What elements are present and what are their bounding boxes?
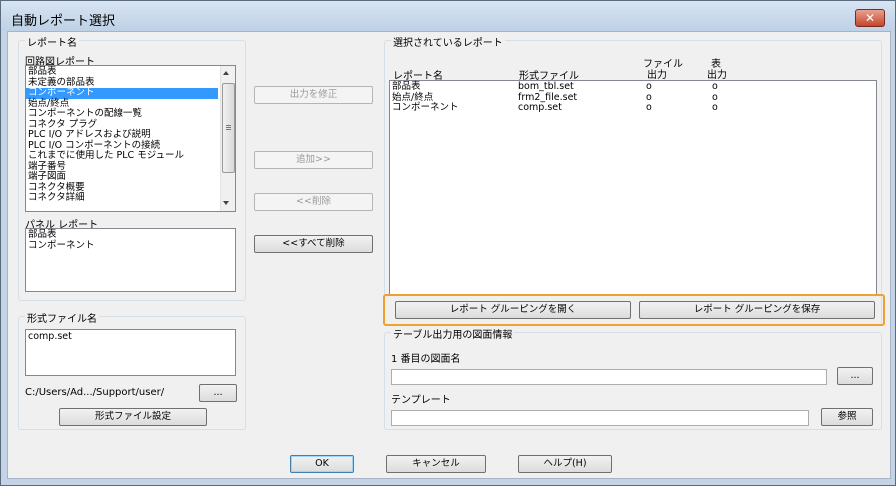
selected-reports-group-title: 選択されているレポート xyxy=(391,34,505,49)
add-button[interactable]: 追加>> xyxy=(254,151,373,169)
schematic-report-item[interactable]: PLC I/O アドレスおよび説明 xyxy=(26,129,218,141)
selected-report-row[interactable]: 始点/終点 frm2_file.set o o xyxy=(390,92,870,104)
drawing-name-input[interactable] xyxy=(391,369,827,385)
template-label: テンプレート xyxy=(391,395,451,406)
schematic-report-item[interactable]: コンポーネントの配線一覧 xyxy=(26,108,218,120)
ok-button[interactable]: OK xyxy=(290,455,354,473)
column-table-output-line2: 出力 xyxy=(707,70,727,81)
schematic-list-scrollbar[interactable] xyxy=(220,66,235,211)
format-file-value[interactable]: comp.set xyxy=(26,331,235,343)
report-name-group: レポート名 回路図レポート 部品表 未定義の部品表 コンポーネント 始点/終点 コンポー… xyxy=(18,34,246,301)
selected-report-name-cell: コンポーネント xyxy=(392,102,459,113)
format-file-listbox[interactable]: comp.set xyxy=(25,329,236,376)
selected-reports-group: 選択されているレポート レポート名 形式ファイル ファイル 出力 表 出力 部品… xyxy=(384,34,882,326)
schematic-report-item[interactable]: 端子図面 xyxy=(26,171,218,183)
selected-report-format-cell: bom_tbl.set xyxy=(518,81,574,92)
selected-report-name-cell: 部品表 xyxy=(392,81,421,92)
format-file-settings-button[interactable]: 形式ファイル設定 xyxy=(59,408,207,426)
drawing-browse-button[interactable]: ... xyxy=(837,367,873,385)
schematic-report-item[interactable]: 部品表 xyxy=(26,66,218,78)
scroll-up-icon[interactable] xyxy=(223,71,229,75)
selected-report-table-cell: o xyxy=(712,102,718,113)
title-bar[interactable]: 自動レポート選択 ✕ xyxy=(1,1,895,31)
scroll-thumb[interactable] xyxy=(222,83,235,173)
help-button[interactable]: ヘルプ(H) xyxy=(518,455,612,473)
grouping-buttons-highlight xyxy=(383,294,885,326)
window-title: 自動レポート選択 xyxy=(11,14,116,29)
dialog-client-area: レポート名 回路図レポート 部品表 未定義の部品表 コンポーネント 始点/終点 コンポー… xyxy=(7,31,891,479)
schematic-report-item[interactable]: コンポーネント xyxy=(26,87,218,99)
report-name-group-title: レポート名 xyxy=(25,34,79,49)
schematic-report-item[interactable]: これまでに使用した PLC モジュール xyxy=(26,150,218,162)
dialog-window: 自動レポート選択 ✕ レポート名 回路図レポート 部品表 未定義の部品表 コンポーネ… xyxy=(0,0,896,486)
cancel-button[interactable]: キャンセル xyxy=(386,455,486,473)
template-browse-button[interactable]: 参照 xyxy=(821,408,873,426)
drawing-name-label: 1 番目の図面名 xyxy=(391,354,461,365)
format-file-group: 形式ファイル名 comp.set C:/Users/Ad.../Support/… xyxy=(18,310,246,430)
remove-all-button[interactable]: <<すべて削除 xyxy=(254,235,373,253)
modify-output-button[interactable]: 出力を修正 xyxy=(254,86,373,104)
selected-report-row[interactable]: 部品表 bom_tbl.set o o xyxy=(390,81,870,93)
schematic-report-list[interactable]: 部品表 未定義の部品表 コンポーネント 始点/終点 コンポーネントの配線一覧 コネクタ プ… xyxy=(25,65,236,212)
table-output-group: テーブル出力用の図面情報 1 番目の図面名 ... テンプレート 参照 xyxy=(384,326,882,430)
format-file-group-title: 形式ファイル名 xyxy=(25,310,99,325)
panel-report-list[interactable]: 部品表 コンポーネント xyxy=(25,228,236,292)
scroll-down-icon[interactable] xyxy=(223,201,229,205)
selected-report-file-cell: o xyxy=(646,81,652,92)
panel-report-item[interactable]: コンポーネント xyxy=(26,240,231,252)
template-input[interactable] xyxy=(391,410,809,426)
selected-report-row[interactable]: コンポーネント comp.set o o xyxy=(390,102,870,114)
selected-report-table-cell: o xyxy=(712,81,718,92)
selected-reports-list[interactable]: 部品表 bom_tbl.set o o 始点/終点 frm2_file.set o o コンポー… xyxy=(389,80,877,296)
panel-report-item[interactable]: 部品表 xyxy=(26,229,231,241)
remove-button[interactable]: <<削除 xyxy=(254,193,373,211)
format-file-path: C:/Users/Ad.../Support/user/ xyxy=(25,387,165,398)
close-button[interactable]: ✕ xyxy=(855,9,885,27)
selected-report-file-cell: o xyxy=(646,102,652,113)
table-output-group-title: テーブル出力用の図面情報 xyxy=(391,326,515,341)
format-file-browse-button[interactable]: ... xyxy=(199,384,237,402)
selected-report-format-cell: comp.set xyxy=(518,102,562,113)
schematic-report-item[interactable]: コネクタ詳細 xyxy=(26,192,218,204)
column-file-output-line2: 出力 xyxy=(647,70,667,81)
